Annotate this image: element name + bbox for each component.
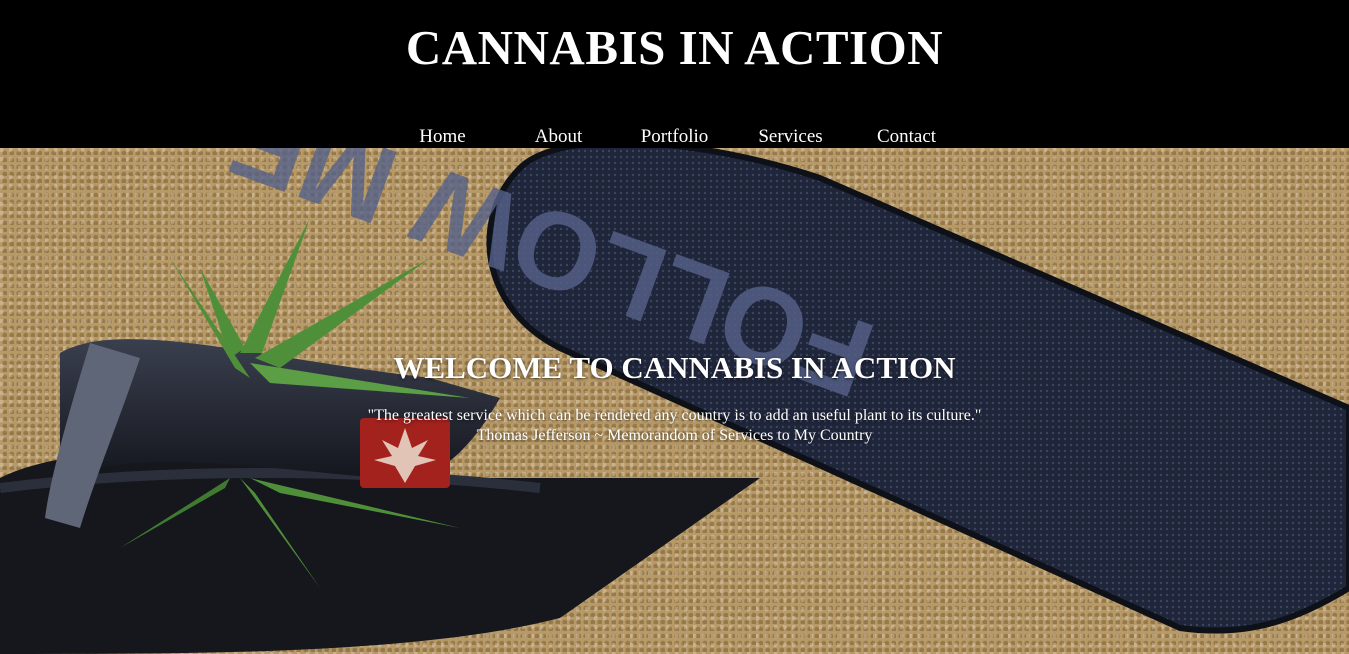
nav-home[interactable]: Home: [385, 124, 501, 150]
hero-quote: "The greatest service which can be rende…: [367, 407, 982, 424]
nav-contact[interactable]: Contact: [849, 124, 965, 150]
site-title: CANNABIS IN ACTION: [405, 20, 944, 75]
hero-content: WELCOME TO CANNABIS IN ACTION "The great…: [0, 348, 1349, 446]
hero-banner: FOLLOW ME WELCOME TO CANNABIS IN ACTION: [0, 148, 1349, 654]
main-nav: Home About Portfolio Services Contact: [0, 124, 1349, 150]
site-header: CANNABIS IN ACTION Home About Portfolio …: [0, 0, 1349, 148]
hero-attribution: Thomas Jefferson ~ Memorandom of Service…: [476, 427, 873, 444]
hero-heading: WELCOME TO CANNABIS IN ACTION: [393, 350, 956, 385]
nav-portfolio[interactable]: Portfolio: [617, 124, 733, 150]
nav-services[interactable]: Services: [733, 124, 849, 150]
nav-about[interactable]: About: [501, 124, 617, 150]
